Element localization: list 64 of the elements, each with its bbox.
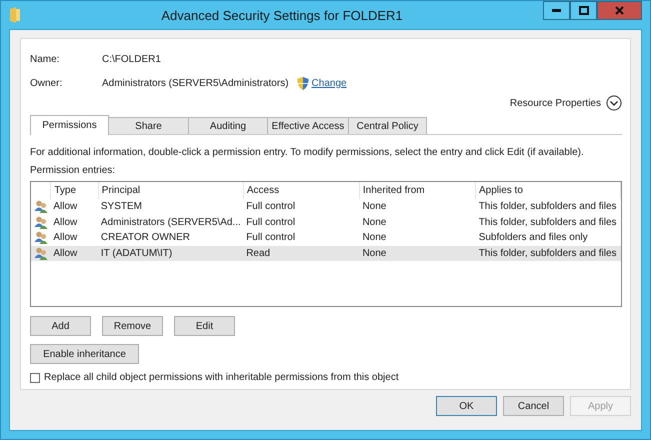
owner-value: Administrators (SERVER5\Administrators) [102, 78, 289, 88]
table-row[interactable]: Allow IT (ADATUM\IT) Read None This folder, subfolders and files [31, 246, 621, 261]
dialog-button[interactable]: OK [436, 396, 497, 416]
users-icon [34, 216, 48, 229]
info-text: For additional information, double-click a permission entry. To modify permissions, select the entry and click Edit (if available). [30, 147, 585, 160]
maximize-icon [578, 6, 588, 15]
entry-button[interactable]: Edit [174, 316, 235, 336]
close-icon [615, 6, 624, 15]
table-row[interactable]: Allow CREATOR OWNER Full control None Subfolders and files only [31, 230, 621, 246]
table-cell-text: Full control [245, 201, 296, 212]
resource-properties-label: Resource Properties [510, 98, 601, 108]
table-cell-text: Allow [52, 216, 78, 228]
column-header[interactable]: Access [244, 182, 360, 199]
entry-button[interactable]: Remove [102, 316, 163, 336]
table-cell-text: CREATOR OWNER [100, 232, 191, 244]
table-cell-text: Allow [52, 201, 78, 212]
table-cell-text: None [361, 232, 388, 244]
table-cell-text: Administrators (SERVER5\Ad... [100, 216, 242, 228]
table-cell-text: IT (ADATUM\IT) [100, 248, 174, 259]
users-icon [34, 200, 48, 214]
column-header[interactable]: Inherited from [360, 182, 476, 199]
window-title: Advanced Security Settings for FOLDER1 [160, 8, 404, 22]
minimize-button[interactable] [543, 1, 570, 20]
tab[interactable]: Central Policy [348, 117, 427, 134]
dialog-button[interactable]: Cancel [503, 396, 564, 416]
owner-label: Owner: [30, 78, 64, 88]
tab[interactable]: Share [108, 117, 189, 134]
table-cell-text: Read [245, 248, 272, 259]
minimize-icon [552, 9, 561, 12]
checkbox[interactable] [30, 372, 40, 382]
users-icon [34, 231, 48, 244]
table-row[interactable]: Allow SYSTEM Full control None This folder, subfolders and files [31, 199, 621, 214]
close-button[interactable] [597, 1, 642, 20]
tab[interactable]: Permissions [30, 115, 109, 135]
enable-inheritance-button[interactable]: Enable inheritance [30, 344, 139, 364]
shield-icon [296, 76, 309, 90]
table-cell-text: None [361, 248, 388, 259]
table-cell-text: None [361, 216, 388, 228]
folder-icon [9, 7, 21, 23]
table-cell-text: This folder, subfolders and files [478, 248, 618, 259]
tab[interactable]: Effective Access [267, 117, 349, 134]
tab[interactable]: Auditing [188, 117, 268, 134]
entries-label: Permission entries: [30, 165, 116, 178]
name-label: Name: [30, 54, 60, 64]
entry-button[interactable]: Add [30, 316, 91, 336]
name-value: C:\FOLDER1 [102, 54, 161, 64]
table-cell-text: Allow [52, 248, 78, 259]
column-header[interactable]: Type [51, 182, 99, 199]
table-row[interactable]: Allow Administrators (SERVER5\Ad... Full control None This folder, subfolders and files [31, 214, 621, 230]
table-cell-text: SYSTEM [100, 201, 144, 212]
column-header[interactable]: Applies to [476, 182, 622, 199]
table-cell-text: Allow [52, 232, 78, 244]
table-cell-text: Full control [245, 232, 296, 244]
checkbox-label: Replace all child object permissions with inheritable permissions from this object [44, 372, 399, 383]
column-header[interactable]: Principal [98, 182, 244, 199]
table-cell-text: Subfolders and files only [478, 232, 589, 244]
table-cell-text: Full control [245, 216, 296, 228]
maximize-button[interactable] [570, 1, 597, 20]
expand-button[interactable] [606, 95, 622, 111]
change-link[interactable]: Change [312, 78, 347, 88]
table-cell-text: This folder, subfolders and files [478, 201, 618, 212]
users-icon [34, 246, 48, 260]
table-cell-text: This folder, subfolders and files [478, 216, 618, 228]
table-cell-text: None [361, 201, 388, 212]
